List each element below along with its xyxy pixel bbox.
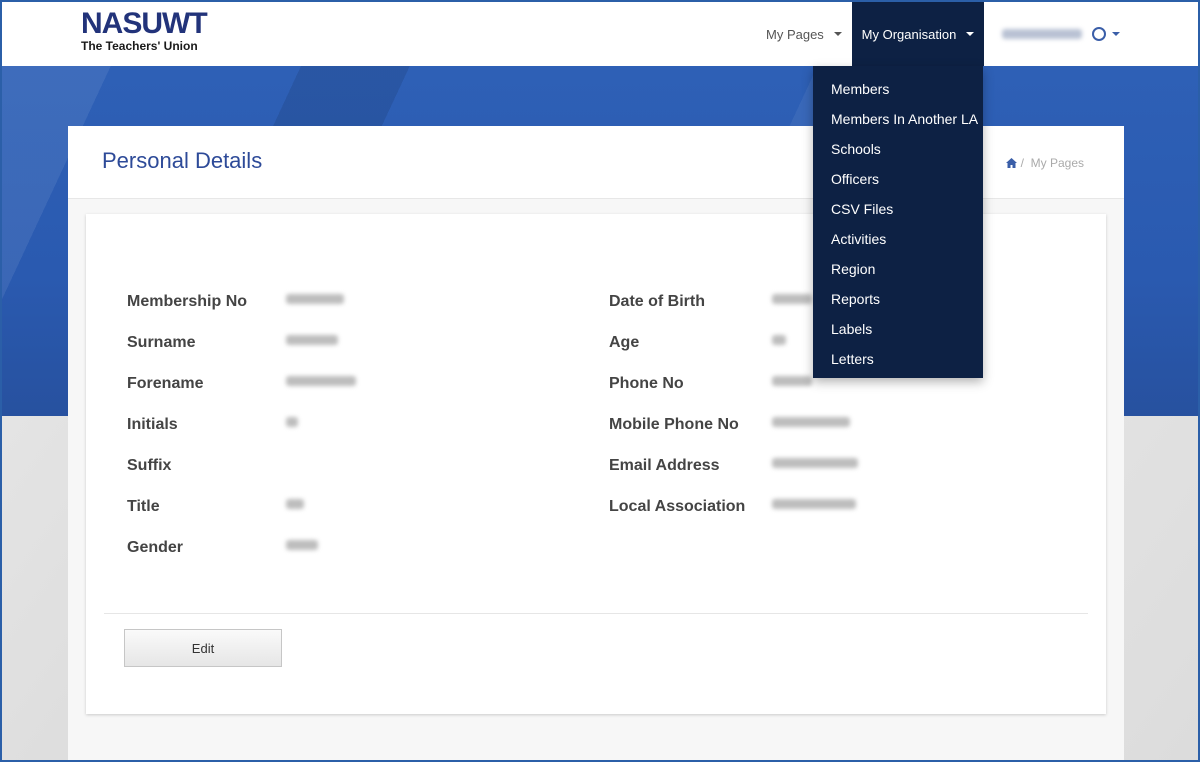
dropdown-item-officers[interactable]: Officers: [813, 164, 983, 194]
chevron-down-icon: [1112, 32, 1120, 36]
value-date-of-birth: [772, 294, 812, 304]
breadcrumb-separator: /: [1020, 156, 1031, 170]
logo-tagline: The Teachers' Union: [81, 39, 198, 53]
home-icon[interactable]: [1005, 158, 1017, 168]
label-mobile-phone-no: Mobile Phone No: [609, 416, 739, 433]
label-membership-no: Membership No: [127, 293, 248, 310]
dropdown-item-labels[interactable]: Labels: [813, 314, 983, 344]
nav-my-pages[interactable]: My Pages: [754, 2, 854, 66]
label-date-of-birth: Date of Birth: [609, 293, 705, 310]
user-icon: [1092, 27, 1106, 41]
nav-my-organisation[interactable]: My Organisation: [852, 2, 984, 66]
edit-button[interactable]: Edit: [124, 629, 282, 667]
chevron-down-icon: [833, 32, 842, 36]
label-initials: Initials: [127, 416, 178, 433]
dropdown-item-reports[interactable]: Reports: [813, 284, 983, 314]
nasuwt-logo[interactable]: NASUWT The Teachers' Union: [81, 7, 208, 54]
page-title: Personal Details: [102, 148, 263, 173]
chevron-down-icon: [966, 32, 975, 36]
value-age: [772, 335, 786, 345]
label-suffix: Suffix: [127, 457, 172, 474]
dropdown-item-schools[interactable]: Schools: [813, 134, 983, 164]
breadcrumb-current: My Pages: [1030, 156, 1084, 170]
nav-my-organisation-label: My Organisation: [861, 26, 957, 42]
dropdown-item-csv-files[interactable]: CSV Files: [813, 194, 983, 224]
label-phone-no: Phone No: [609, 375, 684, 392]
label-title: Title: [127, 498, 160, 515]
dropdown-item-members[interactable]: Members: [813, 74, 983, 104]
value-surname: [286, 335, 338, 345]
card-divider: [104, 613, 1088, 614]
dropdown-item-region[interactable]: Region: [813, 254, 983, 284]
label-age: Age: [609, 334, 640, 351]
value-phone-no: [772, 376, 812, 386]
my-organisation-dropdown: Members Members In Another LA Schools Of…: [813, 66, 983, 378]
label-gender: Gender: [127, 539, 184, 556]
value-forename: [286, 376, 356, 386]
top-navbar: NASUWT The Teachers' Union My Pages My O…: [2, 2, 1198, 66]
value-title: [286, 499, 304, 509]
value-mobile-phone-no: [772, 417, 850, 427]
label-surname: Surname: [127, 334, 196, 351]
label-local-association: Local Association: [609, 498, 746, 515]
dropdown-item-members-in-another-la[interactable]: Members In Another LA: [813, 104, 983, 134]
label-forename: Forename: [127, 375, 204, 392]
value-membership-no: [286, 294, 344, 304]
breadcrumb: / My Pages: [1005, 156, 1084, 170]
user-email-redacted: [1002, 29, 1082, 39]
logo-wordmark: NASUWT: [81, 7, 208, 40]
app-frame: NASUWT The Teachers' Union My Pages My O…: [0, 0, 1200, 762]
nav-my-pages-label: My Pages: [766, 26, 824, 42]
value-email-address: [772, 458, 858, 468]
nav-user-menu[interactable]: [994, 2, 1128, 66]
value-local-association: [772, 499, 856, 509]
value-gender: [286, 540, 318, 550]
dropdown-item-letters[interactable]: Letters: [813, 344, 983, 374]
dropdown-item-activities[interactable]: Activities: [813, 224, 983, 254]
label-email-address: Email Address: [609, 457, 720, 474]
value-initials: [286, 417, 298, 427]
